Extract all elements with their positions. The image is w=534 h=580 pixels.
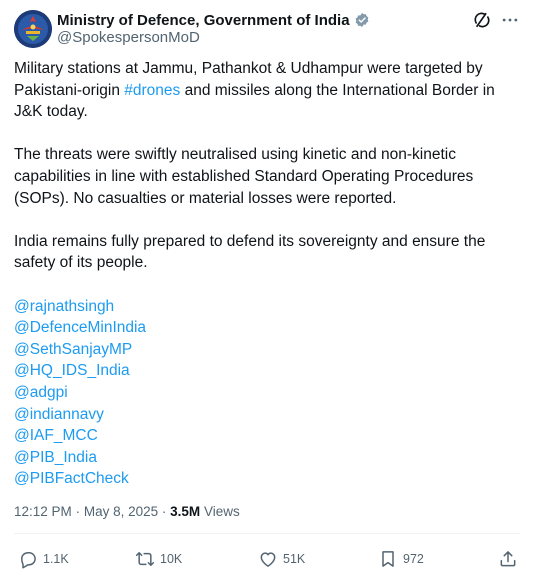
verified-badge-icon — [354, 12, 370, 28]
bookmark-count: 972 — [403, 552, 424, 566]
share-icon — [498, 549, 518, 569]
tweet-text: Military stations at Jammu, Pathankot & … — [14, 58, 519, 490]
author-handle[interactable]: @SpokespersonMoD — [57, 29, 200, 46]
grok-icon[interactable] — [472, 10, 492, 30]
tweet-paragraph-2: The threats were swiftly neutralised usi… — [14, 146, 474, 207]
mention-list: @rajnathsingh @DefenceMinIndia @SethSanj… — [14, 296, 519, 490]
mention-link[interactable]: @HQ_IDS_India — [14, 360, 519, 382]
tweet-paragraph-3: India remains fully prepared to defend i… — [14, 232, 486, 272]
meta-separator: · — [75, 504, 81, 519]
reply-button[interactable]: 1.1K — [18, 546, 69, 572]
reply-icon — [18, 549, 38, 569]
tweet: Ministry of Defence, Government of India… — [0, 0, 534, 580]
tweet-time[interactable]: 12:12 PM — [14, 504, 72, 519]
tweet-meta: 12:12 PM · May 8, 2025 · 3.5M Views — [14, 504, 240, 519]
avatar[interactable] — [14, 10, 52, 48]
action-bar: 1.1K 10K 51K 972 — [14, 546, 520, 572]
tweet-date[interactable]: May 8, 2025 — [84, 504, 158, 519]
views-count[interactable]: 3.5M — [170, 504, 200, 519]
bookmark-button[interactable]: 972 — [378, 546, 424, 572]
like-count: 51K — [283, 552, 306, 566]
mention-link[interactable]: @DefenceMinIndia — [14, 317, 519, 339]
mention-link[interactable]: @IAF_MCC — [14, 425, 519, 447]
more-icon[interactable] — [500, 10, 520, 30]
repost-button[interactable]: 10K — [135, 546, 182, 572]
mention-link[interactable]: @SethSanjayMP — [14, 339, 519, 361]
mention-link[interactable]: @PIB_India — [14, 447, 519, 469]
hashtag-link[interactable]: #drones — [124, 82, 180, 99]
repost-icon — [135, 549, 155, 569]
reply-count: 1.1K — [43, 552, 69, 566]
mention-link[interactable]: @rajnathsingh — [14, 296, 519, 318]
author-display-name[interactable]: Ministry of Defence, Government of India — [57, 12, 350, 29]
mention-link[interactable]: @PIBFactCheck — [14, 468, 519, 490]
top-actions — [472, 10, 520, 30]
share-button[interactable] — [498, 546, 523, 572]
views-label: Views — [203, 504, 240, 519]
like-button[interactable]: 51K — [258, 546, 305, 572]
bookmark-icon — [378, 549, 398, 569]
mention-link[interactable]: @adgpi — [14, 382, 519, 404]
repost-count: 10K — [160, 552, 183, 566]
author-name-row: Ministry of Defence, Government of India — [57, 10, 370, 30]
divider — [14, 533, 520, 534]
emblem-icon — [14, 10, 52, 48]
mention-link[interactable]: @indiannavy — [14, 404, 519, 426]
heart-icon — [258, 549, 278, 569]
meta-separator: · — [161, 504, 167, 519]
tweet-paragraph-1: Military stations at Jammu, Pathankot & … — [14, 58, 519, 123]
